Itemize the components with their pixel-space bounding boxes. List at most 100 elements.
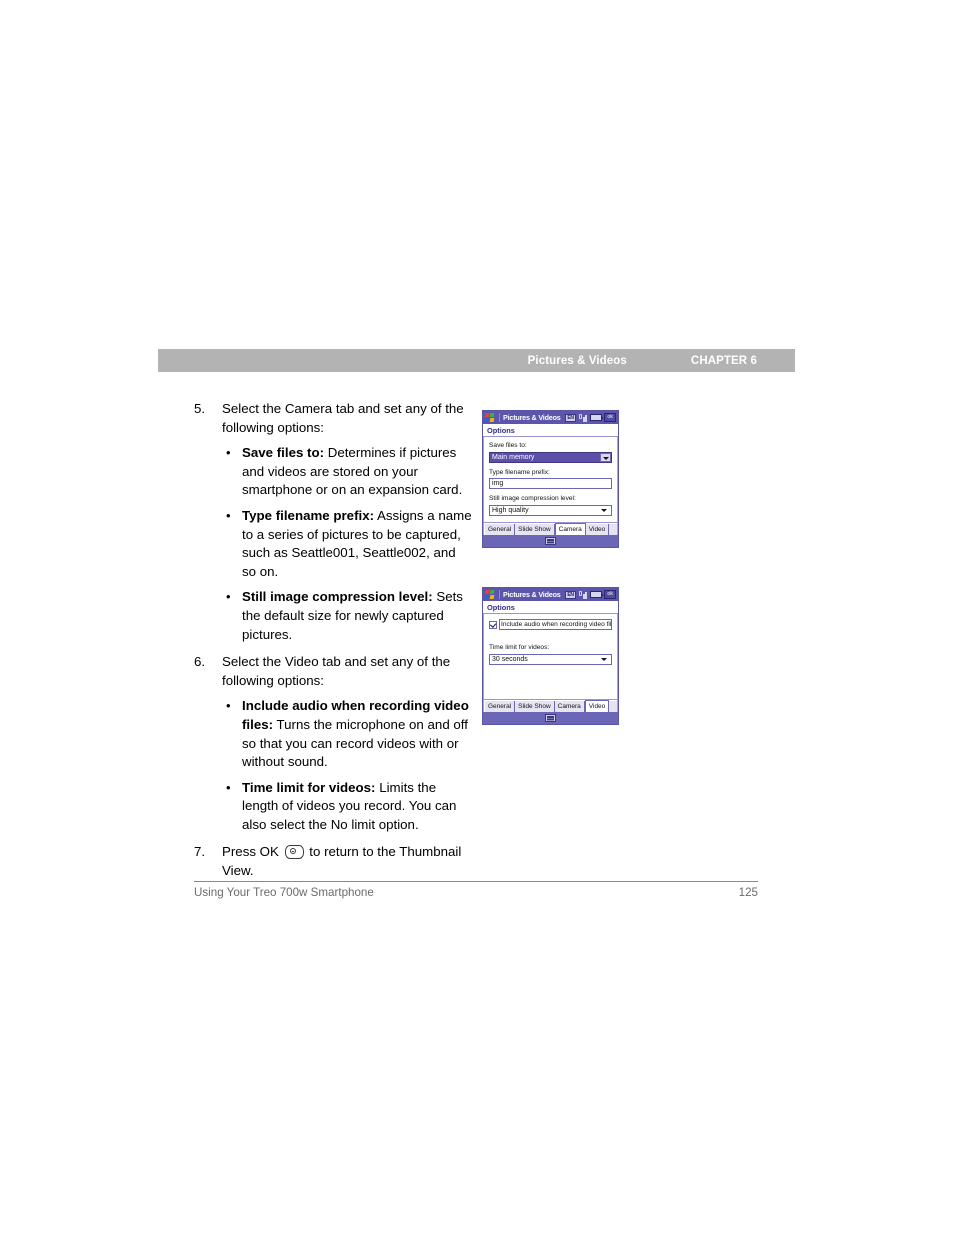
tab-camera[interactable]: Camera <box>554 523 586 535</box>
menubar: Options <box>483 424 618 437</box>
bullet-term: Type filename prefix: <box>242 507 375 523</box>
bullet-dot-icon: • <box>226 589 231 605</box>
bullet-dot-icon: • <box>226 445 231 461</box>
save-files-to-value: Main memory <box>492 453 535 461</box>
divider <box>499 413 500 422</box>
tab-camera[interactable]: Camera <box>554 701 585 712</box>
options-form: Save files to: Main memory Type filename… <box>483 437 618 522</box>
bullet-term: Still image compression level: <box>242 589 433 605</box>
time-limit-dropdown[interactable]: 30 seconds <box>489 653 612 665</box>
bullet-text: Time limit for videos: Limits the length… <box>242 779 472 835</box>
tab-bar: General Slide Show Camera Video <box>483 522 618 535</box>
tab-video[interactable]: Video <box>585 524 610 535</box>
list-item: • Time limit for videos: Limits the leng… <box>226 779 472 835</box>
bullet-text: Save files to: Determines if pictures an… <box>242 444 472 500</box>
filename-prefix-input[interactable]: img <box>489 478 612 489</box>
step-5: 5. Select the Camera tab and set any of … <box>194 400 472 437</box>
step-7: 7. Press OK to return to the Thumbnail V… <box>194 843 472 880</box>
step-5-bullets: • Save files to: Determines if pictures … <box>194 444 472 644</box>
menu-options[interactable]: Options <box>487 603 515 612</box>
signal-strength-icon[interactable] <box>578 590 588 599</box>
bullet-term: Save files to: <box>242 445 325 461</box>
menubar: Options <box>483 601 618 614</box>
titlebar-title: Pictures & Videos <box>503 413 561 422</box>
bullet-text: Still image compression level: Sets the … <box>242 588 472 644</box>
footer-divider <box>194 881 758 882</box>
tab-slide-show[interactable]: Slide Show <box>515 701 555 712</box>
titlebar: Pictures & Videos EN ok <box>483 588 618 601</box>
ok-close-icon[interactable]: ok <box>604 590 616 599</box>
step-7-text-pre: Press OK <box>222 844 283 860</box>
bullet-text: Type filename prefix: Assigns a name to … <box>242 507 472 581</box>
running-head-section: Pictures & Videos <box>527 354 627 367</box>
step-7-number: 7. <box>194 844 206 860</box>
tab-bar-filler <box>609 701 617 712</box>
footer-book-title: Using Your Treo 700w Smartphone <box>194 886 374 899</box>
page-footer: Using Your Treo 700w Smartphone 125 <box>194 886 758 899</box>
titlebar: Pictures & Videos EN ok <box>483 411 618 424</box>
input-language-icon[interactable]: EN <box>565 590 576 599</box>
bullet-description: Turns the microphone on and off so that … <box>242 716 468 770</box>
screenshot-camera-options: Pictures & Videos EN ok Options Save fil… <box>482 410 619 548</box>
step-5-text: Select the Camera tab and set any of the… <box>222 401 464 435</box>
input-panel-icon[interactable] <box>545 537 556 545</box>
list-item: • Include audio when recording video fil… <box>226 697 472 771</box>
command-bar <box>483 712 618 724</box>
time-limit-label: Time limit for videos: <box>489 644 550 651</box>
list-item: • Still image compression level: Sets th… <box>226 588 472 644</box>
step-6-number: 6. <box>194 654 206 670</box>
chevron-down-icon[interactable] <box>599 452 611 462</box>
windows-mobile-logo-icon <box>484 413 496 423</box>
titlebar-title: Pictures & Videos <box>503 590 561 599</box>
bullet-term: Time limit for videos: <box>242 779 376 795</box>
time-limit-value: 30 seconds <box>492 655 528 663</box>
menu-options[interactable]: Options <box>487 426 515 435</box>
compression-level-dropdown[interactable]: High quality <box>489 504 612 516</box>
bullet-dot-icon: • <box>226 779 231 795</box>
bullet-dot-icon: • <box>226 507 231 523</box>
step-7-text: Press OK to return to the Thumbnail View… <box>222 843 472 880</box>
save-files-to-dropdown[interactable]: Main memory <box>489 451 612 463</box>
chevron-down-icon[interactable] <box>599 655 611 664</box>
options-form: Include audio when recording video files… <box>483 614 618 699</box>
step-6-bullets: • Include audio when recording video fil… <box>194 697 472 834</box>
tab-general[interactable]: General <box>485 701 516 712</box>
tab-video[interactable]: Video <box>584 700 610 712</box>
filename-prefix-label: Type filename prefix: <box>489 468 550 476</box>
bullet-dot-icon: • <box>226 698 231 714</box>
step-6: 6. Select the Video tab and set any of t… <box>194 653 472 690</box>
titlebar-icons: EN ok <box>565 590 616 599</box>
running-head-chapter: CHAPTER 6 <box>690 354 757 367</box>
save-files-to-label: Save files to: <box>489 442 527 449</box>
battery-icon[interactable] <box>590 591 604 598</box>
list-item: • Type filename prefix: Assigns a name t… <box>226 507 472 581</box>
ok-close-icon[interactable]: ok <box>604 413 616 422</box>
instruction-steps: 5. Select the Camera tab and set any of … <box>194 400 472 883</box>
divider <box>499 590 500 599</box>
checkbox-checked-icon[interactable] <box>489 620 497 629</box>
ok-button-icon <box>284 845 304 860</box>
windows-mobile-logo-icon <box>484 590 496 600</box>
tab-slide-show[interactable]: Slide Show <box>515 524 555 535</box>
list-item: • Save files to: Determines if pictures … <box>226 444 472 500</box>
compression-level-label: Still image compression level: <box>489 495 576 502</box>
include-audio-checkbox-row[interactable]: Include audio when recording video files… <box>489 619 612 630</box>
tab-general[interactable]: General <box>485 524 516 535</box>
bullet-text: Include audio when recording video files… <box>242 697 472 771</box>
command-bar <box>483 535 618 547</box>
chevron-down-icon[interactable] <box>599 506 611 515</box>
footer-page-number: 125 <box>738 886 758 899</box>
input-language-icon[interactable]: EN <box>565 413 576 422</box>
tab-bar-filler <box>609 524 617 535</box>
signal-strength-icon[interactable] <box>578 413 588 422</box>
tab-bar: General Slide Show Camera Video <box>483 699 618 712</box>
include-audio-label: Include audio when recording video files… <box>499 619 612 630</box>
filename-prefix-value: img <box>492 480 504 487</box>
input-panel-icon[interactable] <box>545 714 556 722</box>
running-head: Pictures & Videos CHAPTER 6 <box>158 349 795 372</box>
step-6-text: Select the Video tab and set any of the … <box>222 654 451 688</box>
battery-icon[interactable] <box>590 414 604 421</box>
step-5-number: 5. <box>194 401 206 416</box>
